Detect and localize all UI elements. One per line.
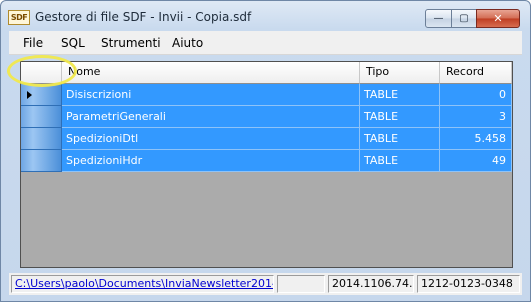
cell-type[interactable]: TABLE <box>360 84 440 106</box>
column-header-nome[interactable]: Nome <box>62 62 360 84</box>
sdf-app-icon: SDF <box>8 10 30 25</box>
cell-name[interactable]: ParametriGenerali <box>62 106 360 128</box>
status-path-link[interactable]: C:\Users\paolo\Documents\InviaNewsletter… <box>11 275 274 293</box>
minimize-button[interactable]: — <box>425 9 452 28</box>
title-bar[interactable]: SDF Gestore di file SDF - Invii - Copia.… <box>1 1 530 31</box>
menu-bar: File SQL Strumenti Aiuto <box>9 31 522 55</box>
cell-name[interactable]: SpedizioniDtl <box>62 128 360 150</box>
tables-grid[interactable]: Nome Tipo Record Disiscrizioni TABLE 0 P… <box>20 61 513 268</box>
select-all-corner[interactable] <box>21 62 62 84</box>
column-header-record[interactable]: Record <box>440 62 512 84</box>
status-version: 2014.1106.74.90 <box>328 275 414 293</box>
cell-records[interactable]: 0 <box>440 84 512 106</box>
row-header[interactable] <box>21 128 62 150</box>
close-button[interactable]: ✕ <box>476 9 520 28</box>
window-title: Gestore di file SDF - Invii - Copia.sdf <box>35 10 252 24</box>
table-row[interactable]: ParametriGenerali TABLE 3 <box>21 106 512 128</box>
table-row[interactable]: SpedizioniHdr TABLE 49 <box>21 150 512 172</box>
cell-name[interactable]: SpedizioniHdr <box>62 150 360 172</box>
status-empty-panel <box>277 275 325 293</box>
cell-type[interactable]: TABLE <box>360 106 440 128</box>
row-header[interactable] <box>21 106 62 128</box>
table-row[interactable]: SpedizioniDtl TABLE 5.458 <box>21 128 512 150</box>
cell-records[interactable]: 5.458 <box>440 128 512 150</box>
menu-file[interactable]: File <box>23 36 43 50</box>
table-row[interactable]: Disiscrizioni TABLE 0 <box>21 84 512 106</box>
menu-sql[interactable]: SQL <box>61 36 85 50</box>
cell-records[interactable]: 49 <box>440 150 512 172</box>
app-window: SDF Gestore di file SDF - Invii - Copia.… <box>0 0 531 302</box>
status-bar: C:\Users\paolo\Documents\InviaNewsletter… <box>9 273 522 295</box>
column-header-tipo[interactable]: Tipo <box>360 62 440 84</box>
menu-aiuto[interactable]: Aiuto <box>172 36 203 50</box>
cell-name[interactable]: Disiscrizioni <box>62 84 360 106</box>
row-header[interactable] <box>21 84 62 106</box>
current-row-arrow-icon <box>27 91 32 99</box>
status-code: 1212-0123-0348 <box>417 275 520 293</box>
cell-type[interactable]: TABLE <box>360 150 440 172</box>
cell-type[interactable]: TABLE <box>360 128 440 150</box>
menu-strumenti[interactable]: Strumenti <box>101 36 161 50</box>
cell-records[interactable]: 3 <box>440 106 512 128</box>
row-header[interactable] <box>21 150 62 172</box>
maximize-button[interactable]: ▢ <box>451 9 477 28</box>
